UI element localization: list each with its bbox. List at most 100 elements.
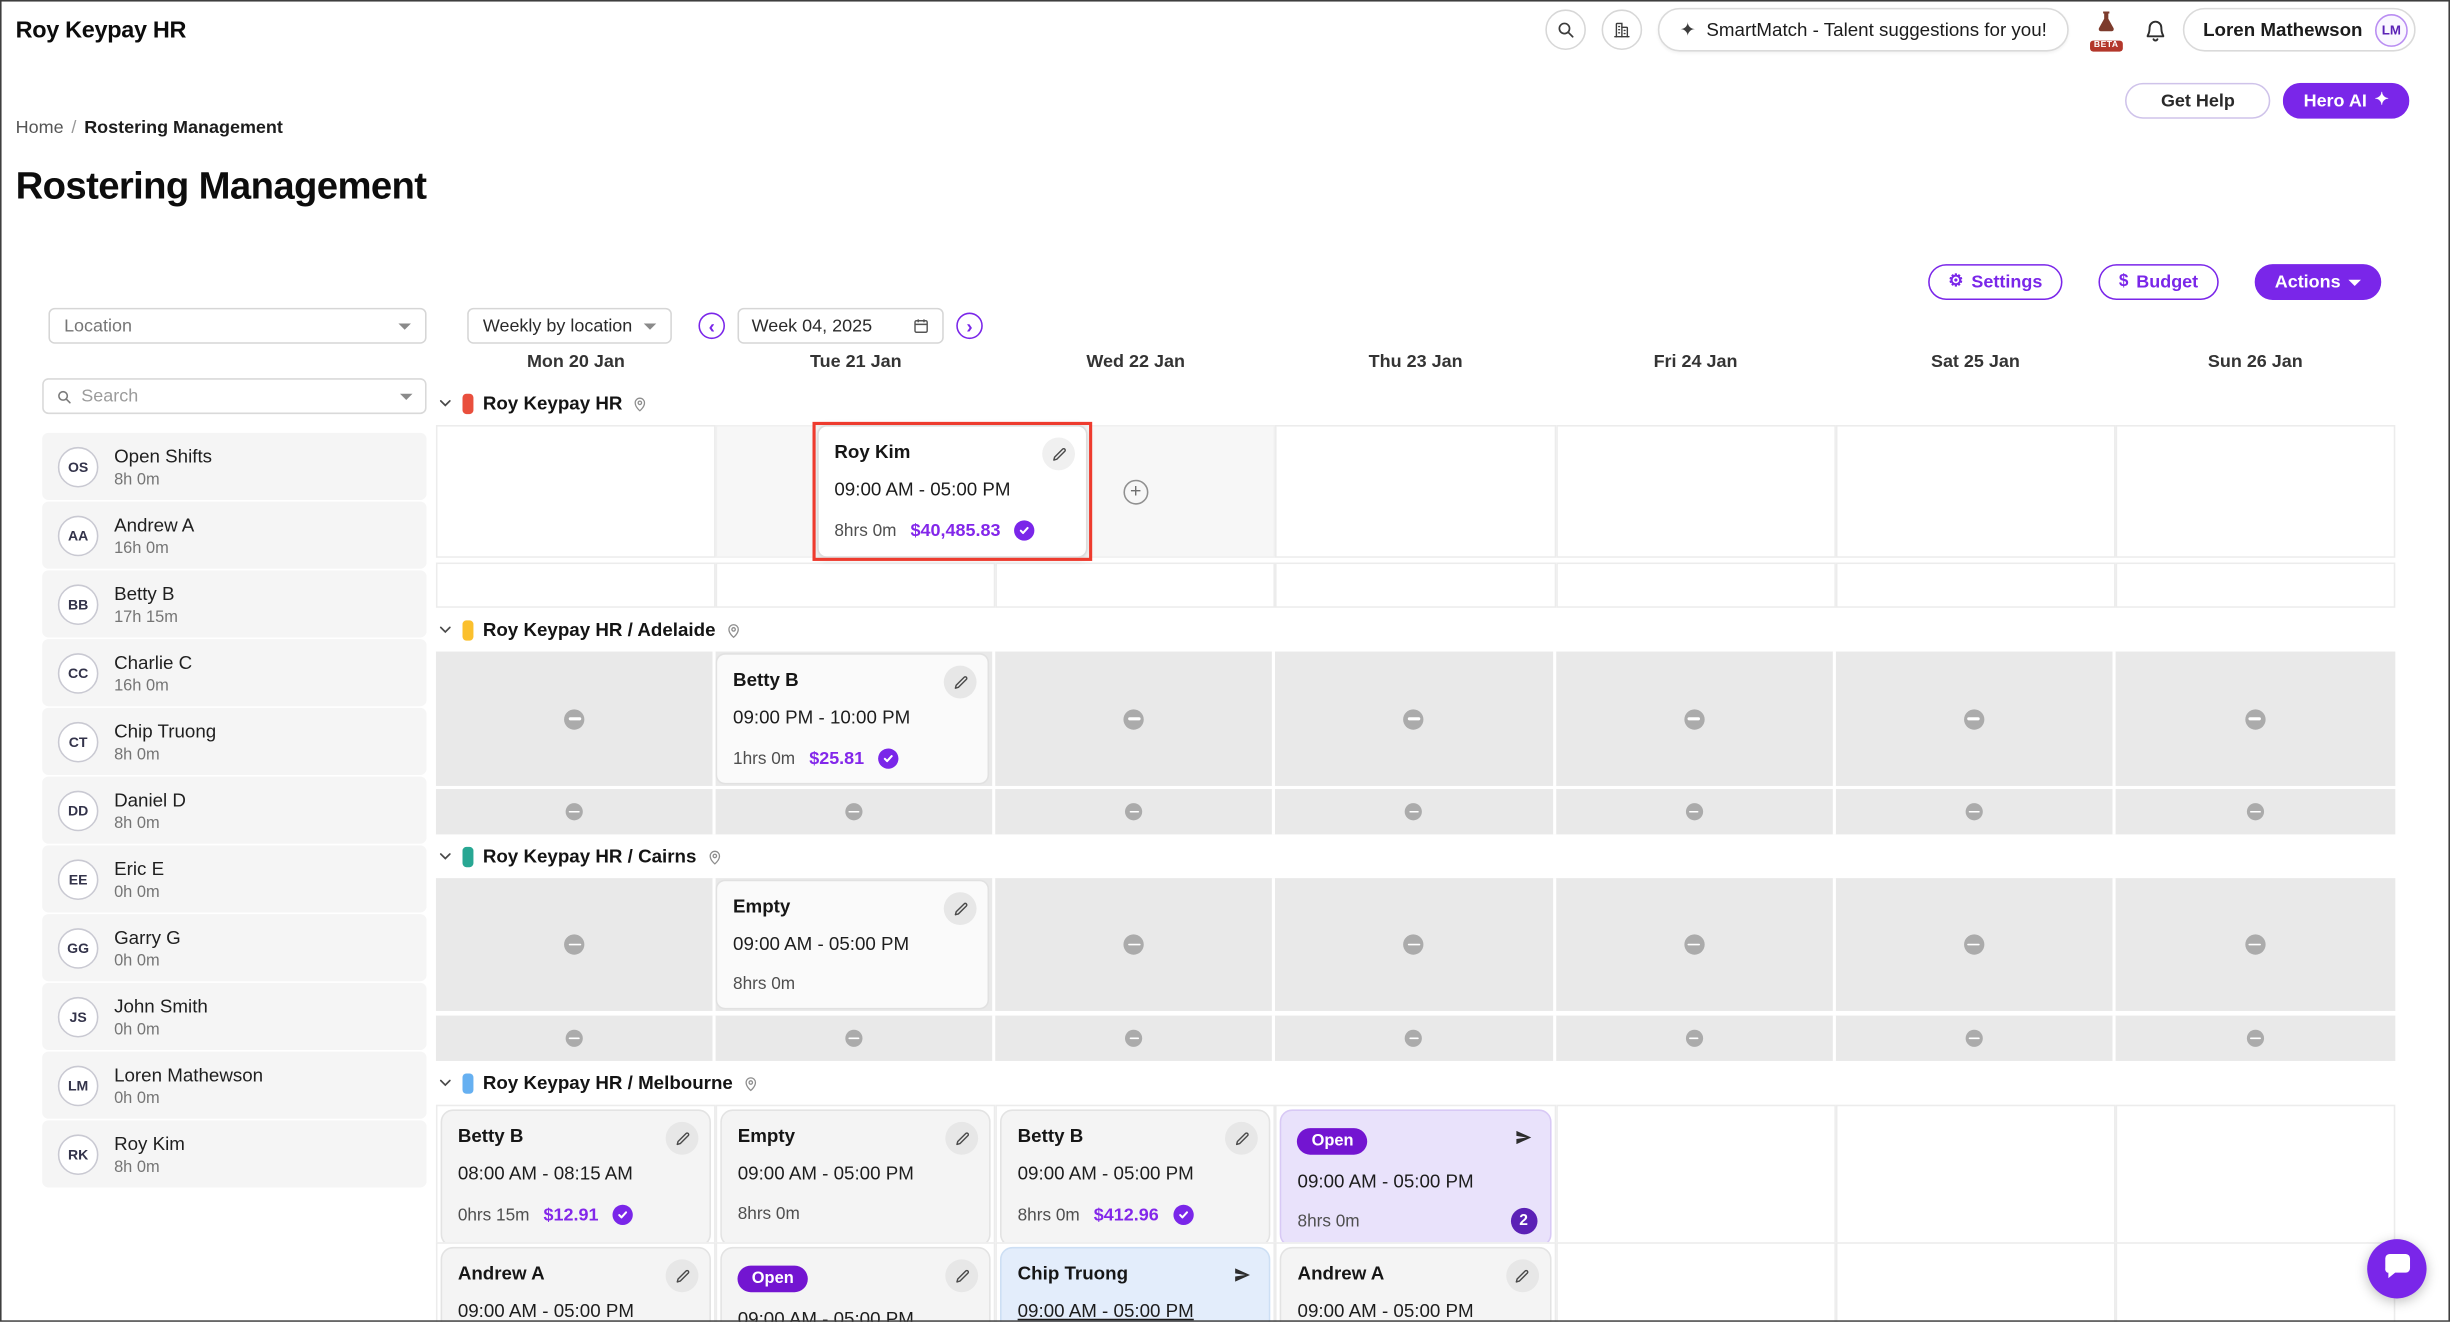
empty-roster-cell[interactable] bbox=[1835, 563, 2115, 608]
employee-list-item[interactable]: JSJohn Smith0h 0m bbox=[42, 983, 426, 1050]
hero-ai-button[interactable]: Hero AI ✦ bbox=[2283, 83, 2409, 119]
employee-name: Loren Mathewson bbox=[114, 1063, 263, 1085]
shift-duration: 1hrs 0m bbox=[733, 749, 795, 768]
empty-roster-cell[interactable] bbox=[436, 425, 716, 558]
organization-button[interactable] bbox=[1602, 9, 1643, 50]
shift-price: $412.96 bbox=[1094, 1205, 1159, 1224]
send-icon[interactable] bbox=[1226, 1258, 1260, 1292]
edit-pencil-icon[interactable] bbox=[1042, 438, 1075, 471]
empty-roster-cell[interactable] bbox=[1835, 1242, 2115, 1322]
shift-card[interactable]: Empty09:00 AM - 05:00 PM8hrs 0m bbox=[716, 880, 990, 1010]
employee-list-item[interactable]: GGGarry G0h 0m bbox=[42, 914, 426, 981]
group-color-chip bbox=[463, 620, 474, 640]
roster-grid: Mon 20 JanTue 21 JanWed 22 JanThu 23 Jan… bbox=[436, 353, 2395, 1322]
empty-roster-cell[interactable] bbox=[2115, 1105, 2395, 1251]
breadcrumb-separator: / bbox=[71, 119, 76, 138]
settings-button[interactable]: ⚙ Settings bbox=[1928, 264, 2063, 300]
beta-feature-button[interactable]: BETA bbox=[2084, 9, 2128, 51]
chevron-down-icon[interactable] bbox=[438, 622, 454, 638]
employee-list-item[interactable]: RKRoy Kim8h 0m bbox=[42, 1120, 426, 1187]
chevron-down-icon[interactable] bbox=[438, 1075, 454, 1091]
empty-roster-cell[interactable] bbox=[436, 563, 716, 608]
edit-pencil-icon[interactable] bbox=[666, 1259, 699, 1292]
actions-button[interactable]: Actions bbox=[2254, 264, 2381, 300]
shift-card[interactable]: Betty B09:00 PM - 10:00 PM1hrs 0m$25.81 bbox=[716, 653, 990, 784]
empty-roster-cell[interactable] bbox=[1835, 425, 2115, 558]
empty-roster-cell[interactable] bbox=[2115, 425, 2395, 558]
chevron-down-icon[interactable] bbox=[438, 848, 454, 864]
shift-card[interactable]: Empty09:00 AM - 05:00 PM8hrs 0m bbox=[721, 1109, 992, 1246]
unavailable-icon bbox=[1126, 803, 1143, 820]
view-mode-select[interactable]: Weekly by location bbox=[467, 308, 672, 344]
empty-roster-cell[interactable] bbox=[996, 563, 1276, 608]
shift-card[interactable]: Betty B08:00 AM - 08:15 AM0hrs 15m$12.91 bbox=[441, 1109, 712, 1246]
edit-pencil-icon[interactable] bbox=[944, 666, 977, 699]
empty-roster-cell[interactable] bbox=[1556, 1242, 1836, 1322]
breadcrumb-home-link[interactable]: Home bbox=[16, 119, 64, 138]
employee-list-item[interactable]: CTChip Truong8h 0m bbox=[42, 708, 426, 775]
empty-roster-cell[interactable] bbox=[1835, 1105, 2115, 1251]
search-button[interactable] bbox=[1545, 9, 1586, 50]
group-color-chip bbox=[463, 1073, 474, 1093]
shift-card[interactable]: Roy Kim09:00 AM - 05:00 PM8hrs 0m$40,485… bbox=[817, 425, 1087, 558]
employee-list-item[interactable]: AAAndrew A16h 0m bbox=[42, 502, 426, 569]
edit-pencil-icon[interactable] bbox=[946, 1259, 979, 1292]
employee-list-item[interactable]: BBBetty B17h 15m bbox=[42, 570, 426, 637]
employee-list-item[interactable]: LMLoren Mathewson0h 0m bbox=[42, 1052, 426, 1119]
shift-name: Andrew A bbox=[1298, 1263, 1534, 1285]
previous-week-button[interactable]: ‹ bbox=[698, 313, 725, 340]
edit-pencil-icon[interactable] bbox=[944, 892, 977, 925]
get-help-button[interactable]: Get Help bbox=[2125, 83, 2271, 119]
chevron-down-icon[interactable] bbox=[438, 395, 454, 411]
shift-card[interactable]: Andrew A09:00 AM - 05:00 PM bbox=[441, 1247, 712, 1322]
next-week-button[interactable]: › bbox=[956, 313, 983, 340]
shift-card[interactable]: Open09:00 AM - 05:00 PM bbox=[721, 1247, 992, 1322]
chat-widget-button[interactable] bbox=[2367, 1239, 2426, 1298]
empty-roster-cell[interactable] bbox=[2115, 563, 2395, 608]
empty-roster-cell[interactable] bbox=[1556, 563, 1836, 608]
notifications-bell-icon[interactable] bbox=[2144, 18, 2167, 41]
employee-info: Loren Mathewson0h 0m bbox=[114, 1063, 263, 1107]
week-picker[interactable]: Week 04, 2025 bbox=[738, 308, 944, 344]
search-icon bbox=[56, 388, 72, 404]
beta-badge: BETA bbox=[2090, 40, 2122, 51]
applicant-count-badge: 2 bbox=[1510, 1207, 1537, 1234]
open-badge: Open bbox=[1298, 1127, 1368, 1154]
empty-roster-cell[interactable] bbox=[1276, 425, 1556, 558]
unavailable-cell bbox=[1556, 1016, 1836, 1061]
user-menu[interactable]: Loren Mathewson LM bbox=[2183, 8, 2416, 52]
empty-roster-cell[interactable] bbox=[2115, 1242, 2395, 1322]
empty-roster-cell[interactable] bbox=[1276, 563, 1556, 608]
smartmatch-button[interactable]: ✦ SmartMatch - Talent suggestions for yo… bbox=[1658, 8, 2069, 52]
shift-duration: 8hrs 0m bbox=[738, 1205, 800, 1224]
search-input[interactable] bbox=[81, 387, 390, 406]
edit-pencil-icon[interactable] bbox=[666, 1122, 699, 1155]
send-icon[interactable] bbox=[1506, 1120, 1540, 1154]
employee-list-item[interactable]: DDDaniel D8h 0m bbox=[42, 777, 426, 844]
edit-pencil-icon[interactable] bbox=[946, 1122, 979, 1155]
edit-pencil-icon[interactable] bbox=[1226, 1122, 1259, 1155]
shift-card[interactable]: Chip Truong09:00 AM - 05:00 PM bbox=[1000, 1247, 1271, 1322]
roster-row bbox=[436, 1016, 2395, 1061]
shift-time: 09:00 AM - 05:00 PM bbox=[1298, 1300, 1534, 1322]
edit-pencil-icon[interactable] bbox=[1506, 1259, 1539, 1292]
unavailable-cell bbox=[716, 1016, 996, 1061]
employee-list-item[interactable]: EEEric E0h 0m bbox=[42, 845, 426, 912]
unavailable-cell bbox=[1835, 789, 2115, 834]
employee-list-item[interactable]: CCCharlie C16h 0m bbox=[42, 639, 426, 706]
budget-button[interactable]: $ Budget bbox=[2099, 264, 2219, 300]
shift-card[interactable]: Andrew A 09:00 AM - 05:00 PM bbox=[1280, 1247, 1551, 1322]
employee-info: Roy Kim8h 0m bbox=[114, 1132, 185, 1176]
shift-card[interactable]: Open09:00 AM - 05:00 PM8hrs 0m2 bbox=[1280, 1109, 1551, 1246]
empty-roster-cell[interactable] bbox=[1556, 425, 1836, 558]
employee-name: Daniel D bbox=[114, 788, 186, 810]
shift-time: 09:00 AM - 05:00 PM bbox=[834, 478, 1070, 500]
empty-roster-cell[interactable] bbox=[716, 563, 996, 608]
unavailable-icon bbox=[2245, 934, 2265, 954]
empty-roster-cell[interactable] bbox=[1556, 1105, 1836, 1251]
employee-search[interactable] bbox=[42, 378, 426, 414]
shift-card[interactable]: Betty B09:00 AM - 05:00 PM8hrs 0m$412.96 bbox=[1000, 1109, 1271, 1246]
location-filter-select[interactable]: Location bbox=[48, 308, 426, 344]
add-shift-icon[interactable]: + bbox=[1123, 479, 1148, 504]
employee-list-item[interactable]: OSOpen Shifts8h 0m bbox=[42, 433, 426, 500]
